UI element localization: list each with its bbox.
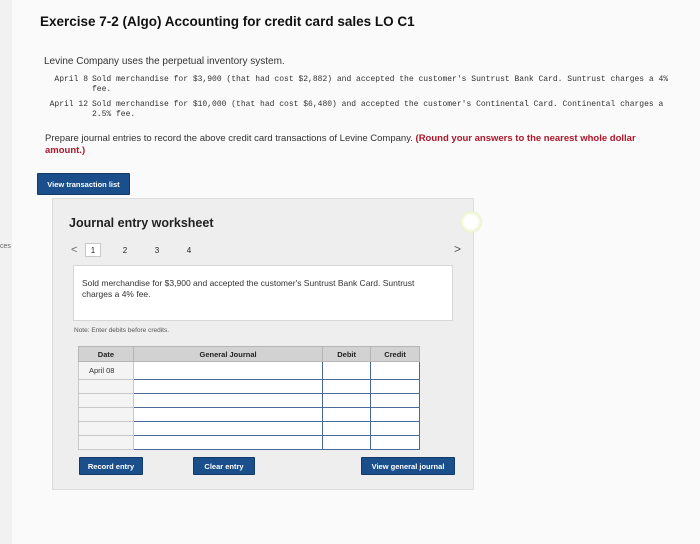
table-row	[78, 393, 420, 408]
credit-input[interactable]	[370, 421, 420, 436]
view-transaction-list-button[interactable]: View transaction list	[37, 173, 130, 195]
table-row	[78, 421, 420, 436]
prev-page-icon[interactable]: <	[71, 244, 85, 256]
worksheet-pager: < 1 2 3 4	[71, 243, 213, 257]
page-tab-3[interactable]: 3	[149, 243, 165, 257]
transaction-list: April 8 Sold merchandise for $3,900 (tha…	[42, 75, 682, 125]
instruction-main: Prepare journal entries to record the ab…	[45, 133, 413, 144]
debit-column-header: Debit	[322, 346, 372, 362]
clear-entry-button[interactable]: Clear entry	[193, 457, 255, 475]
date-cell: April 08	[78, 361, 134, 380]
table-row: April 08	[78, 361, 420, 380]
credit-input[interactable]	[370, 435, 420, 450]
general-journal-column-header: General Journal	[132, 346, 324, 362]
credit-input[interactable]	[370, 361, 420, 380]
table-row	[78, 379, 420, 394]
credit-input[interactable]	[370, 393, 420, 408]
date-cell	[78, 435, 134, 450]
debit-input[interactable]	[322, 421, 372, 436]
account-input[interactable]	[132, 379, 324, 394]
page-title: Exercise 7-2 (Algo) Accounting for credi…	[40, 14, 415, 29]
next-page-icon[interactable]: >	[454, 242, 461, 256]
highlight-glow	[460, 211, 482, 233]
account-input[interactable]	[132, 421, 324, 436]
transaction-date: April 12	[49, 100, 88, 109]
transaction-text: Sold merchandise for $3,900 (that had co…	[92, 75, 669, 94]
debit-input[interactable]	[322, 379, 372, 394]
journal-table: Date General Journal Debit Credit April …	[78, 346, 420, 450]
credit-input[interactable]	[370, 407, 420, 422]
transaction-item: April 12 Sold merchandise for $10,000 (t…	[42, 100, 682, 120]
view-general-journal-button[interactable]: View general journal	[361, 457, 455, 475]
debit-input[interactable]	[322, 407, 372, 422]
transaction-text: Sold merchandise for $10,000 (that had c…	[92, 100, 664, 119]
journal-entry-worksheet: Journal entry worksheet < 1 2 3 4 > Sold…	[52, 198, 482, 490]
page-tab-4[interactable]: 4	[181, 243, 197, 257]
worksheet-title: Journal entry worksheet	[69, 216, 214, 230]
page-tab-1[interactable]: 1	[85, 243, 101, 257]
instruction-text: Prepare journal entries to record the ab…	[45, 133, 665, 157]
debit-input[interactable]	[322, 435, 372, 450]
date-cell	[78, 379, 134, 394]
intro-text: Levine Company uses the perpetual invent…	[44, 56, 285, 67]
credit-column-header: Credit	[370, 346, 420, 362]
date-column-header: Date	[78, 346, 134, 362]
table-row	[78, 435, 420, 450]
debit-credit-note: Note: Enter debits before credits.	[74, 327, 170, 334]
page-tab-2[interactable]: 2	[117, 243, 133, 257]
debit-input[interactable]	[322, 361, 372, 380]
account-input[interactable]	[132, 435, 324, 450]
account-input[interactable]	[132, 407, 324, 422]
exercise-page: Exercise 7-2 (Algo) Accounting for credi…	[12, 0, 700, 544]
date-cell	[78, 421, 134, 436]
transaction-item: April 8 Sold merchandise for $3,900 (tha…	[42, 75, 682, 95]
transaction-description: Sold merchandise for $3,900 and accepted…	[73, 265, 453, 321]
transaction-date: April 8	[54, 75, 88, 84]
date-cell	[78, 393, 134, 408]
side-edge-label: ces	[0, 243, 11, 250]
date-cell	[78, 407, 134, 422]
account-input[interactable]	[132, 361, 324, 380]
debit-input[interactable]	[322, 393, 372, 408]
table-row	[78, 407, 420, 422]
credit-input[interactable]	[370, 379, 420, 394]
account-input[interactable]	[132, 393, 324, 408]
record-entry-button[interactable]: Record entry	[79, 457, 143, 475]
